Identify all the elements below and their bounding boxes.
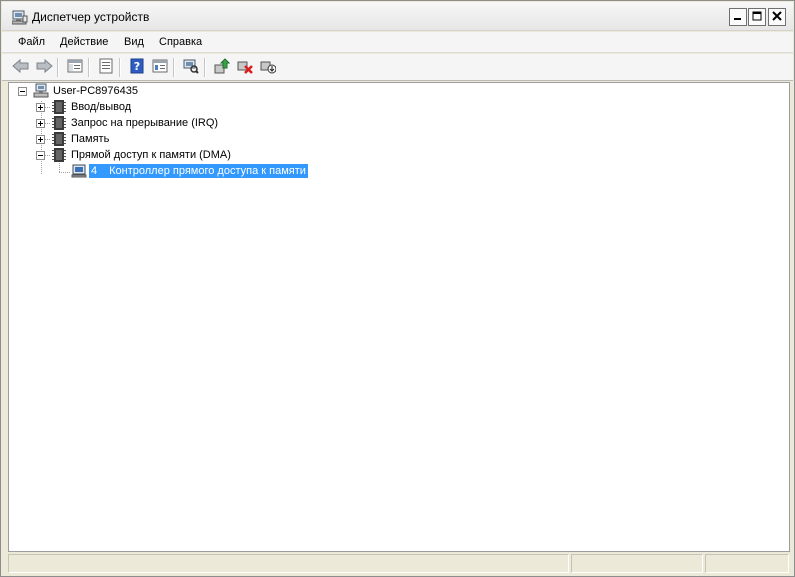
tree-category-dma[interactable]: Прямой доступ к памяти (DMA) [9, 147, 309, 163]
status-bar [2, 552, 793, 576]
resource-icon [51, 99, 67, 115]
device-manager-window: Диспетчер устройств Файл Действие Вид Сп… [0, 0, 795, 577]
menu-file[interactable]: Файл [16, 36, 47, 48]
resource-icon [51, 147, 67, 163]
uninstall-button[interactable] [234, 57, 255, 78]
tree-category-memory[interactable]: Память [9, 131, 309, 147]
view-icon [152, 58, 168, 77]
properties-icon [98, 58, 114, 77]
expand-icon[interactable] [36, 119, 45, 128]
title-bar[interactable]: Диспетчер устройств [2, 2, 793, 31]
toolbar-separator [173, 58, 175, 77]
computer-name: User-PC8976435 [53, 85, 138, 97]
tree-category-irq[interactable]: Запрос на прерывание (IRQ) [9, 115, 309, 131]
toolbar-separator [119, 58, 121, 77]
menu-action[interactable]: Действие [58, 36, 110, 48]
toolbar-separator [204, 58, 206, 77]
selected-device-label: 4 Контроллер прямого доступа к памяти [89, 164, 308, 178]
collapse-icon[interactable] [36, 151, 45, 160]
category-label: Ввод/вывод [71, 101, 132, 113]
help-icon: ? [129, 58, 145, 77]
scan-hardware-button[interactable] [180, 57, 201, 78]
resource-icon [51, 131, 67, 147]
menu-help[interactable]: Справка [157, 36, 204, 48]
system-device-icon [71, 163, 87, 179]
device-manager-icon [11, 9, 28, 25]
uninstall-icon [237, 58, 253, 77]
device-tree[interactable]: User-PC8976435 Ввод/вывод Запрос на прер… [8, 82, 790, 552]
update-driver-button[interactable] [211, 57, 232, 78]
console-tree-button[interactable] [64, 57, 85, 78]
disable-icon [260, 58, 276, 77]
window-title: Диспетчер устройств [32, 10, 150, 24]
status-pane-main [8, 554, 569, 573]
toolbar-separator [57, 58, 59, 77]
category-label: Прямой доступ к памяти (DMA) [71, 149, 231, 161]
device-name: Контроллер прямого доступа к памяти [109, 165, 306, 177]
computer-icon [33, 83, 49, 99]
menu-bar: Файл Действие Вид Справка [2, 32, 793, 53]
update-driver-icon [214, 58, 230, 77]
minimize-button[interactable] [729, 8, 747, 26]
status-pane-secondary [571, 554, 703, 573]
help-button[interactable]: ? [126, 57, 147, 78]
close-icon [772, 10, 782, 24]
expand-icon[interactable] [36, 135, 45, 144]
device-number: 4 [91, 165, 98, 177]
close-button[interactable] [768, 8, 786, 26]
category-label: Запрос на прерывание (IRQ) [71, 117, 219, 129]
forward-icon [35, 58, 53, 77]
toolbar-separator [88, 58, 90, 77]
maximize-button[interactable] [748, 8, 766, 26]
back-button[interactable] [10, 57, 31, 78]
category-label: Память [71, 133, 110, 145]
console-tree-icon [67, 58, 83, 77]
back-icon [11, 58, 30, 77]
svg-text:?: ? [133, 60, 139, 73]
maximize-icon [752, 11, 762, 24]
minimize-icon [733, 11, 743, 24]
tree-item-dma-controller[interactable]: 4 Контроллер прямого доступа к памяти [9, 163, 329, 179]
toolbar: ? [2, 54, 793, 81]
tree-root[interactable]: User-PC8976435 [9, 83, 309, 99]
view-button[interactable] [149, 57, 170, 78]
expand-icon[interactable] [36, 103, 45, 112]
collapse-icon[interactable] [18, 87, 27, 96]
status-pane-tertiary [705, 554, 789, 573]
scan-hardware-icon [183, 58, 199, 77]
forward-button[interactable] [33, 57, 54, 78]
tree-category-io[interactable]: Ввод/вывод [9, 99, 309, 115]
menu-view[interactable]: Вид [122, 36, 146, 48]
properties-button[interactable] [95, 57, 116, 78]
resource-icon [51, 115, 67, 131]
disable-button[interactable] [257, 57, 278, 78]
